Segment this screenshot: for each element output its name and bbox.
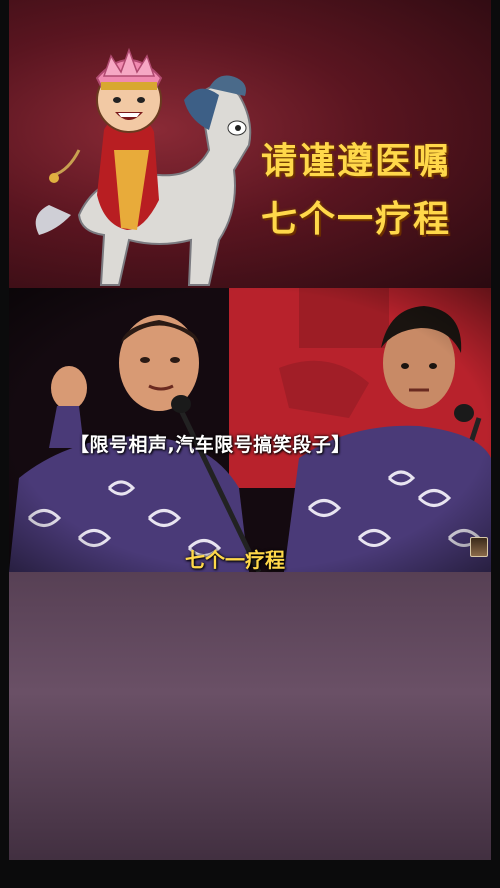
left-border — [0, 0, 9, 888]
video-title-caption: 【限号相声,汽车限号搞笑段子】 — [70, 434, 351, 456]
screen: 请谨遵医嘱 七个一疗程 【限号相声,汽车限号搞笑段子】 七个一疗程 — [0, 0, 500, 888]
uploader-avatar-icon[interactable] — [470, 537, 488, 557]
poster-title-line1: 请谨遵医嘱 — [261, 141, 452, 182]
bottom-border — [0, 860, 500, 888]
poster-panel: 请谨遵医嘱 七个一疗程 — [9, 0, 491, 288]
poster-title-line2: 七个一疗程 — [261, 199, 452, 240]
right-border — [491, 0, 500, 888]
video-subtitle: 七个一疗程 — [185, 548, 285, 572]
